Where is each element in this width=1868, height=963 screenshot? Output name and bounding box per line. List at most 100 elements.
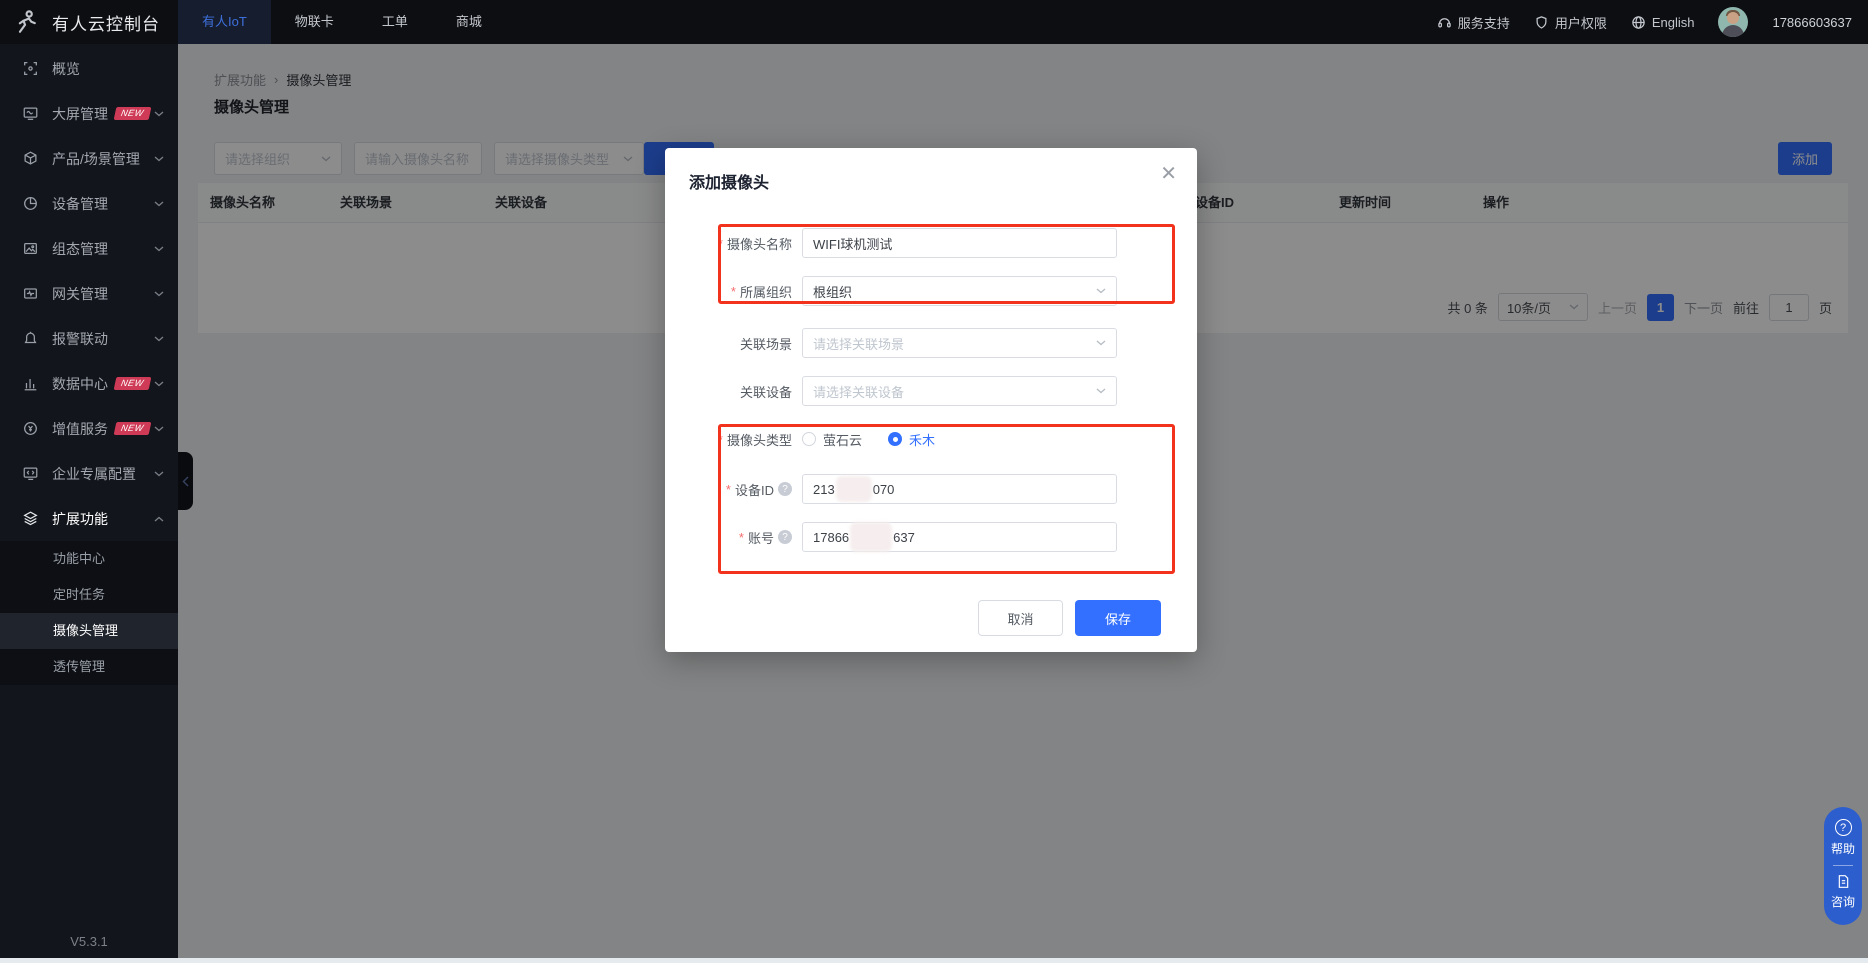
dialog-title: 添加摄像头 bbox=[689, 169, 769, 193]
sidebar-item-gateway-mgmt[interactable]: 网关管理 bbox=[0, 271, 178, 316]
overview-icon bbox=[22, 60, 39, 77]
sidebar-item-device-mgmt[interactable]: 设备管理 bbox=[0, 181, 178, 226]
sidebar-item-alarm-linkage[interactable]: 报警联动 bbox=[0, 316, 178, 361]
new-badge: NEW bbox=[114, 377, 151, 390]
sidebar-subitem-function-center[interactable]: 功能中心 bbox=[0, 541, 178, 577]
device-select-placeholder: 请选择关联设备 bbox=[813, 382, 904, 401]
service-support-label: 服务支持 bbox=[1458, 13, 1510, 32]
chevron-down-icon bbox=[154, 201, 164, 207]
nav-tab-iot-card[interactable]: 物联卡 bbox=[271, 0, 358, 44]
pill-divider bbox=[1833, 865, 1853, 866]
annotation-rect-top bbox=[718, 224, 1175, 304]
language-switcher[interactable]: English bbox=[1631, 15, 1695, 30]
sidebar-item-label: 概览 bbox=[52, 59, 80, 79]
sidebar-item-label: 网关管理 bbox=[52, 284, 108, 304]
sidebar-subitem-passthrough-mgmt[interactable]: 透传管理 bbox=[0, 649, 178, 685]
help-label[interactable]: 帮助 bbox=[1831, 840, 1855, 857]
document-icon[interactable] bbox=[1836, 874, 1851, 889]
sidebar-item-label: 报警联动 bbox=[52, 329, 108, 349]
sidebar-item-enterprise-config[interactable]: 企业专属配置 bbox=[0, 451, 178, 496]
app-root: 有人云控制台 有人IoT 物联卡 工单 商城 服务支持 用户权限 bbox=[0, 0, 1868, 963]
nav-tab-work-order[interactable]: 工单 bbox=[358, 0, 432, 44]
field-label: 关联场景 bbox=[740, 334, 792, 353]
cancel-button[interactable]: 取消 bbox=[978, 600, 1063, 636]
sidebar-item-data-center[interactable]: 数据中心 NEW bbox=[0, 361, 178, 406]
picture-icon bbox=[22, 240, 39, 257]
extended-functions-submenu: 功能中心 定时任务 摄像头管理 透传管理 bbox=[0, 541, 178, 685]
nav-tab-usr-iot[interactable]: 有人IoT bbox=[178, 0, 271, 44]
yuan-circle-icon bbox=[22, 420, 39, 437]
scene-row: 关联场景 请选择关联场景 bbox=[665, 328, 1197, 358]
nav-tab-mall[interactable]: 商城 bbox=[432, 0, 506, 44]
language-label: English bbox=[1652, 15, 1695, 30]
chevron-down-icon bbox=[154, 156, 164, 162]
annotation-rect-bottom bbox=[718, 424, 1175, 574]
save-button[interactable]: 保存 bbox=[1075, 600, 1161, 636]
version-label: V5.3.1 bbox=[0, 934, 178, 949]
scene-select[interactable]: 请选择关联场景 bbox=[802, 328, 1117, 358]
monitor-code-icon bbox=[22, 465, 39, 482]
user-permission-label: 用户权限 bbox=[1555, 13, 1607, 32]
cube-icon bbox=[22, 150, 39, 167]
sidebar: 概览 大屏管理 NEW 产品/场景管理 设备管理 bbox=[0, 44, 178, 963]
device-row: 关联设备 请选择关联设备 bbox=[665, 376, 1197, 406]
question-circle-icon[interactable]: ? bbox=[1835, 819, 1852, 836]
chevron-down-icon bbox=[1096, 340, 1106, 346]
device-select[interactable]: 请选择关联设备 bbox=[802, 376, 1117, 406]
new-badge: NEW bbox=[114, 107, 151, 120]
chevron-down-icon bbox=[154, 381, 164, 387]
sidebar-item-value-added-service[interactable]: 增值服务 NEW bbox=[0, 406, 178, 451]
sidebar-item-scada-mgmt[interactable]: 组态管理 bbox=[0, 226, 178, 271]
sidebar-item-label: 设备管理 bbox=[52, 194, 108, 214]
sidebar-item-label: 企业专属配置 bbox=[52, 464, 136, 484]
scene-label: 关联场景 bbox=[665, 334, 802, 353]
top-header: 有人云控制台 有人IoT 物联卡 工单 商城 服务支持 用户权限 bbox=[0, 0, 1868, 44]
chevron-up-icon bbox=[154, 516, 164, 522]
close-icon[interactable]: ✕ bbox=[1160, 164, 1177, 184]
gateway-pulse-icon bbox=[22, 285, 39, 302]
logo-text: 有人云控制台 bbox=[52, 10, 160, 35]
chevron-down-icon bbox=[154, 336, 164, 342]
sidebar-item-label: 产品/场景管理 bbox=[52, 149, 140, 169]
sidebar-item-overview[interactable]: 概览 bbox=[0, 46, 178, 91]
user-permission-link[interactable]: 用户权限 bbox=[1534, 13, 1607, 32]
sidebar-item-screen-mgmt[interactable]: 大屏管理 NEW bbox=[0, 91, 178, 136]
sidebar-item-label: 增值服务 bbox=[52, 419, 108, 439]
sidebar-item-product-scene-mgmt[interactable]: 产品/场景管理 bbox=[0, 136, 178, 181]
logo[interactable]: 有人云控制台 bbox=[0, 9, 178, 35]
sidebar-subitem-camera-mgmt[interactable]: 摄像头管理 bbox=[0, 613, 178, 649]
chevron-down-icon bbox=[154, 471, 164, 477]
usr-runner-logo-icon bbox=[14, 9, 40, 35]
device-label: 关联设备 bbox=[665, 382, 802, 401]
sidebar-item-label: 组态管理 bbox=[52, 239, 108, 259]
chevron-down-icon bbox=[154, 111, 164, 117]
scene-select-placeholder: 请选择关联场景 bbox=[813, 334, 904, 353]
chevron-down-icon bbox=[154, 246, 164, 252]
screen-icon bbox=[22, 105, 39, 122]
horizontal-scrollbar[interactable] bbox=[0, 958, 1868, 963]
headset-icon bbox=[1437, 15, 1452, 30]
sidebar-item-label: 扩展功能 bbox=[52, 509, 108, 529]
shield-icon bbox=[1534, 15, 1549, 30]
sidebar-item-extended-functions[interactable]: 扩展功能 bbox=[0, 496, 178, 541]
layers-icon bbox=[22, 510, 39, 527]
chevron-down-icon bbox=[1096, 388, 1106, 394]
bar-chart-icon bbox=[22, 375, 39, 392]
chevron-down-icon bbox=[154, 291, 164, 297]
sidebar-item-label: 大屏管理 bbox=[52, 104, 108, 124]
account-number[interactable]: 17866603637 bbox=[1772, 15, 1852, 30]
service-support-link[interactable]: 服务支持 bbox=[1437, 13, 1510, 32]
sidebar-subitem-scheduled-tasks[interactable]: 定时任务 bbox=[0, 577, 178, 613]
sidebar-item-label: 数据中心 bbox=[52, 374, 108, 394]
field-label: 关联设备 bbox=[740, 382, 792, 401]
primary-nav: 有人IoT 物联卡 工单 商城 bbox=[178, 0, 506, 44]
alarm-bell-icon bbox=[22, 330, 39, 347]
chevron-down-icon bbox=[154, 426, 164, 432]
new-badge: NEW bbox=[114, 422, 151, 435]
pie-chart-icon bbox=[22, 195, 39, 212]
consult-label[interactable]: 咨询 bbox=[1831, 893, 1855, 910]
avatar[interactable] bbox=[1718, 7, 1748, 37]
header-right: 服务支持 用户权限 English 17866603637 bbox=[1437, 7, 1868, 37]
globe-icon bbox=[1631, 15, 1646, 30]
floating-help-panel: ? 帮助 咨询 bbox=[1824, 807, 1862, 925]
